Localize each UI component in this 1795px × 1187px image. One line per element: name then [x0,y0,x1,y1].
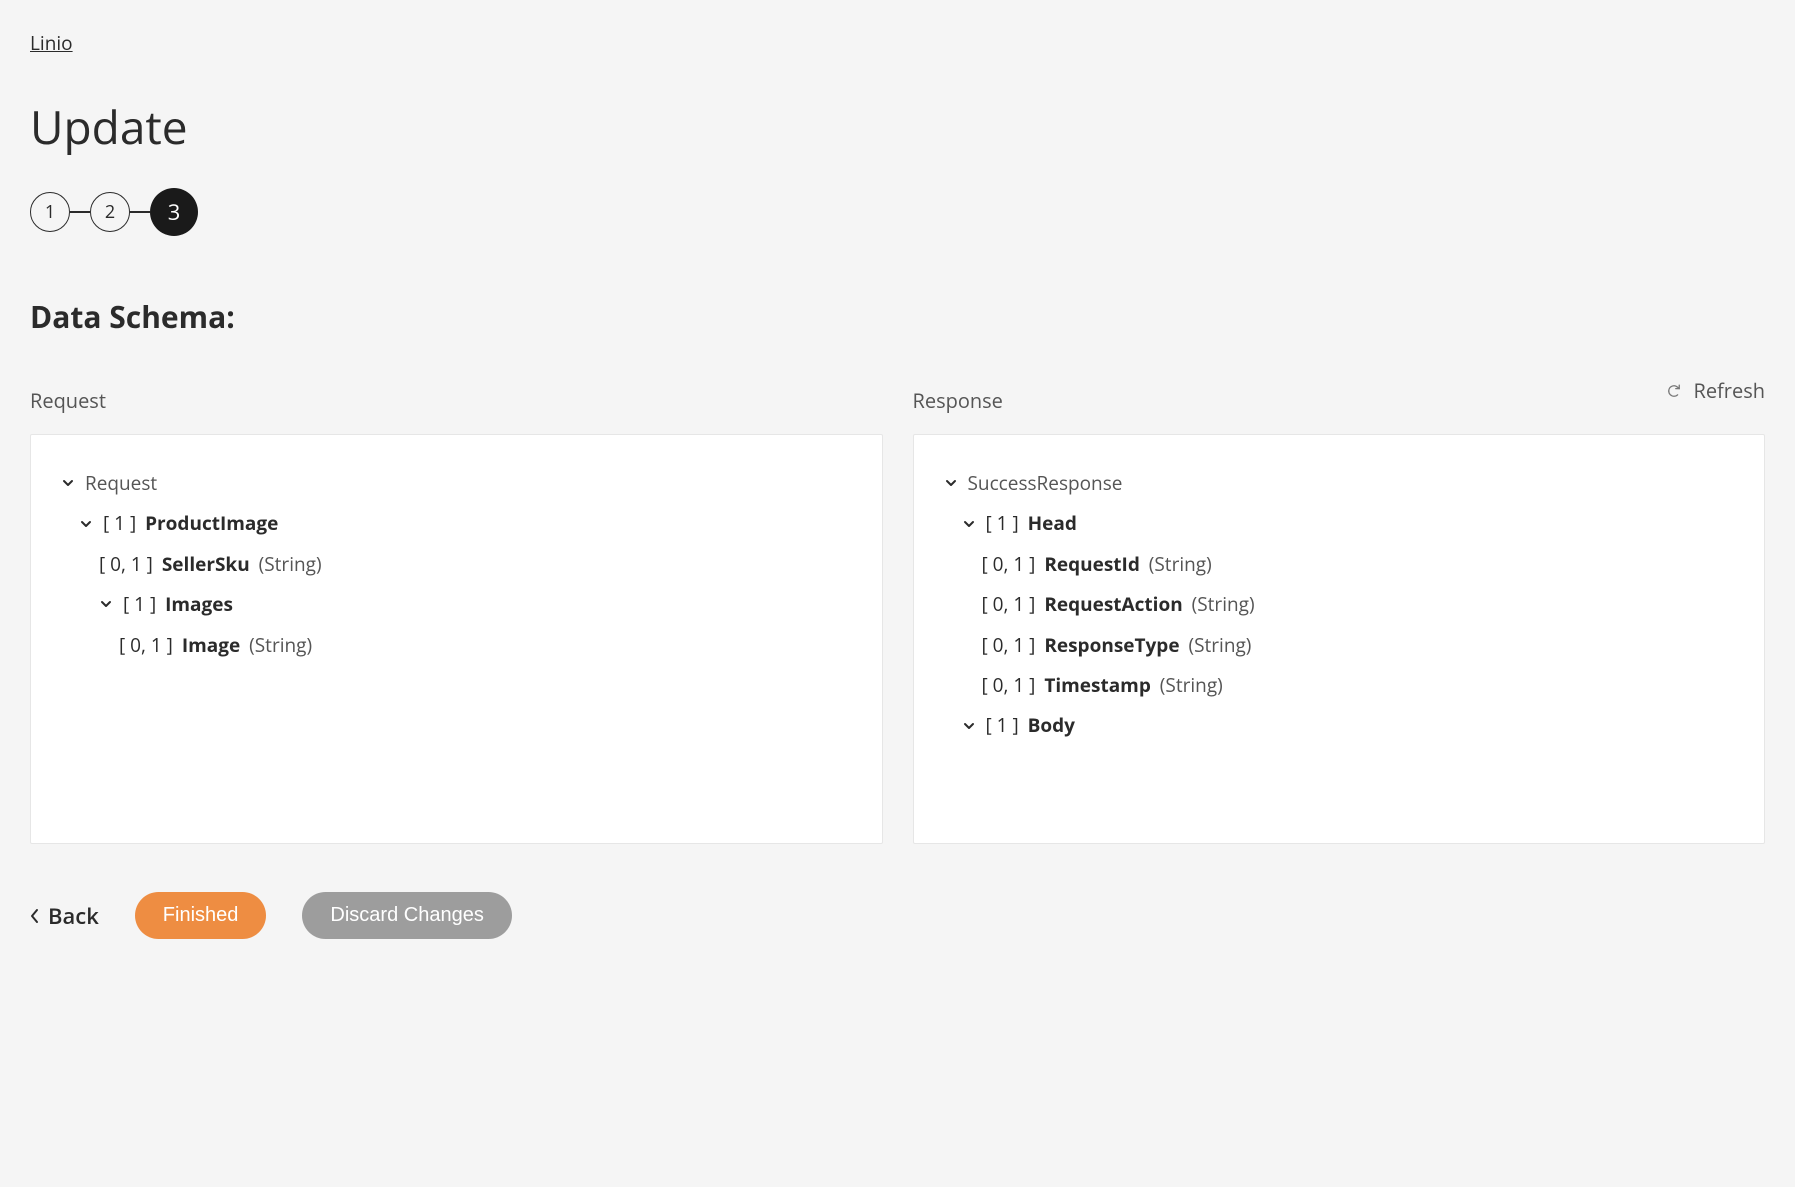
step-connector [130,211,150,213]
chevron-down-icon [944,476,958,490]
page-title: Update [30,96,1765,158]
tree-node-label: [ 0, 1 ] ResponseType (String) [982,630,1252,660]
step-connector [70,211,90,213]
tree-node[interactable]: [ 1 ] ProductImage [61,503,852,543]
chevron-down-icon [79,517,93,531]
tree-node: [ 0, 1 ] SellerSku (String) [61,544,852,584]
tree-node: [ 0, 1 ] ResponseType (String) [944,625,1735,665]
tree-node[interactable]: [ 1 ] Head [944,503,1735,543]
tree-node-label: [ 0, 1 ] RequestAction (String) [982,589,1255,619]
tree-node-label: [ 0, 1 ] RequestId (String) [982,549,1212,579]
tree-node-label: [ 1 ] Images [123,589,233,619]
tree-node: [ 0, 1 ] RequestAction (String) [944,584,1735,624]
chevron-down-icon [962,517,976,531]
tree-node[interactable]: [ 1 ] Body [944,705,1735,745]
tree-node: [ 0, 1 ] Timestamp (String) [944,665,1735,705]
response-column-label: Response [913,387,1766,414]
refresh-button[interactable]: Refresh [1667,377,1765,404]
finished-button[interactable]: Finished [135,892,267,939]
tree-node-root[interactable]: Request [61,463,852,503]
breadcrumb-linio[interactable]: Linio [30,30,73,56]
tree-node-label: [ 0, 1 ] SellerSku (String) [99,549,322,579]
discard-changes-button[interactable]: Discard Changes [302,892,511,939]
tree-node-label: Request [85,468,157,498]
tree-node-label: [ 1 ] ProductImage [103,508,278,538]
step-2[interactable]: 2 [90,192,130,232]
tree-node-root[interactable]: SuccessResponse [944,463,1735,503]
refresh-icon [1667,384,1681,398]
chevron-left-icon [30,901,40,931]
tree-node: [ 0, 1 ] Image (String) [61,625,852,665]
back-button[interactable]: Back [30,901,99,931]
tree-node-label: SuccessResponse [968,468,1123,498]
tree-node[interactable]: [ 1 ] Images [61,584,852,624]
tree-node-label: [ 1 ] Body [986,710,1075,740]
request-column-label: Request [30,387,883,414]
response-panel: SuccessResponse [ 1 ] Head [ 0, 1 ] Reques… [913,434,1766,844]
step-1[interactable]: 1 [30,192,70,232]
section-title: Data Schema: [30,296,1765,337]
chevron-down-icon [61,476,75,490]
tree-node-label: [ 0, 1 ] Image (String) [119,630,312,660]
chevron-down-icon [99,597,113,611]
chevron-down-icon [962,719,976,733]
request-panel: Request [ 1 ] ProductImage [ 0, 1 ] Seller… [30,434,883,844]
tree-node-label: [ 1 ] Head [986,508,1077,538]
back-label: Back [48,901,99,931]
stepper: 1 2 3 [30,188,1765,236]
step-3[interactable]: 3 [150,188,198,236]
tree-node-label: [ 0, 1 ] Timestamp (String) [982,670,1223,700]
refresh-label: Refresh [1693,377,1765,404]
tree-node: [ 0, 1 ] RequestId (String) [944,544,1735,584]
